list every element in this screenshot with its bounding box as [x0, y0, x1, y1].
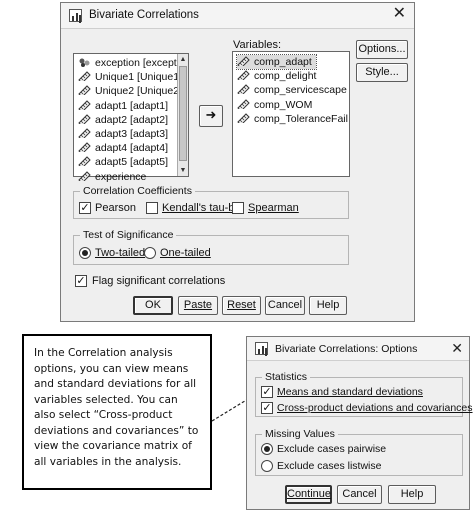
continue-label: Continue — [287, 488, 332, 500]
statistics-label: Statistics — [262, 371, 311, 383]
pairwise-label: Exclude cases pairwise — [277, 443, 387, 455]
options-title: Bivariate Correlations: Options — [275, 343, 418, 355]
means-sd-label: Means and standard deviations — [277, 386, 423, 398]
options-help-label: Help — [400, 488, 424, 500]
pairwise-radio[interactable] — [261, 443, 273, 455]
listwise-label: Exclude cases listwise — [277, 460, 382, 472]
options-app-icon — [255, 342, 268, 355]
options-titlebar: Bivariate Correlations: Options ✕ — [247, 337, 469, 361]
continue-button[interactable]: Continue — [285, 485, 332, 504]
means-sd-checkbox[interactable]: ✓ — [261, 386, 273, 398]
statistics-group: Statistics ✓ Means and standard deviatio… — [255, 371, 473, 417]
cross-product-checkbox[interactable]: ✓ — [261, 402, 273, 414]
options-cancel-label: Cancel — [342, 488, 377, 500]
options-cancel-button[interactable]: Cancel — [337, 485, 382, 504]
missing-values-group: Missing Values Exclude cases pairwise Ex… — [255, 428, 463, 476]
options-dialog: Bivariate Correlations: Options ✕ Statis… — [246, 336, 473, 510]
options-help-button[interactable]: Help — [388, 485, 436, 504]
cross-product-label: Cross-product deviations and covariances — [277, 402, 473, 414]
missing-values-label: Missing Values — [262, 428, 338, 440]
options-close-icon[interactable]: ✕ — [451, 339, 463, 357]
listwise-radio[interactable] — [261, 460, 273, 472]
